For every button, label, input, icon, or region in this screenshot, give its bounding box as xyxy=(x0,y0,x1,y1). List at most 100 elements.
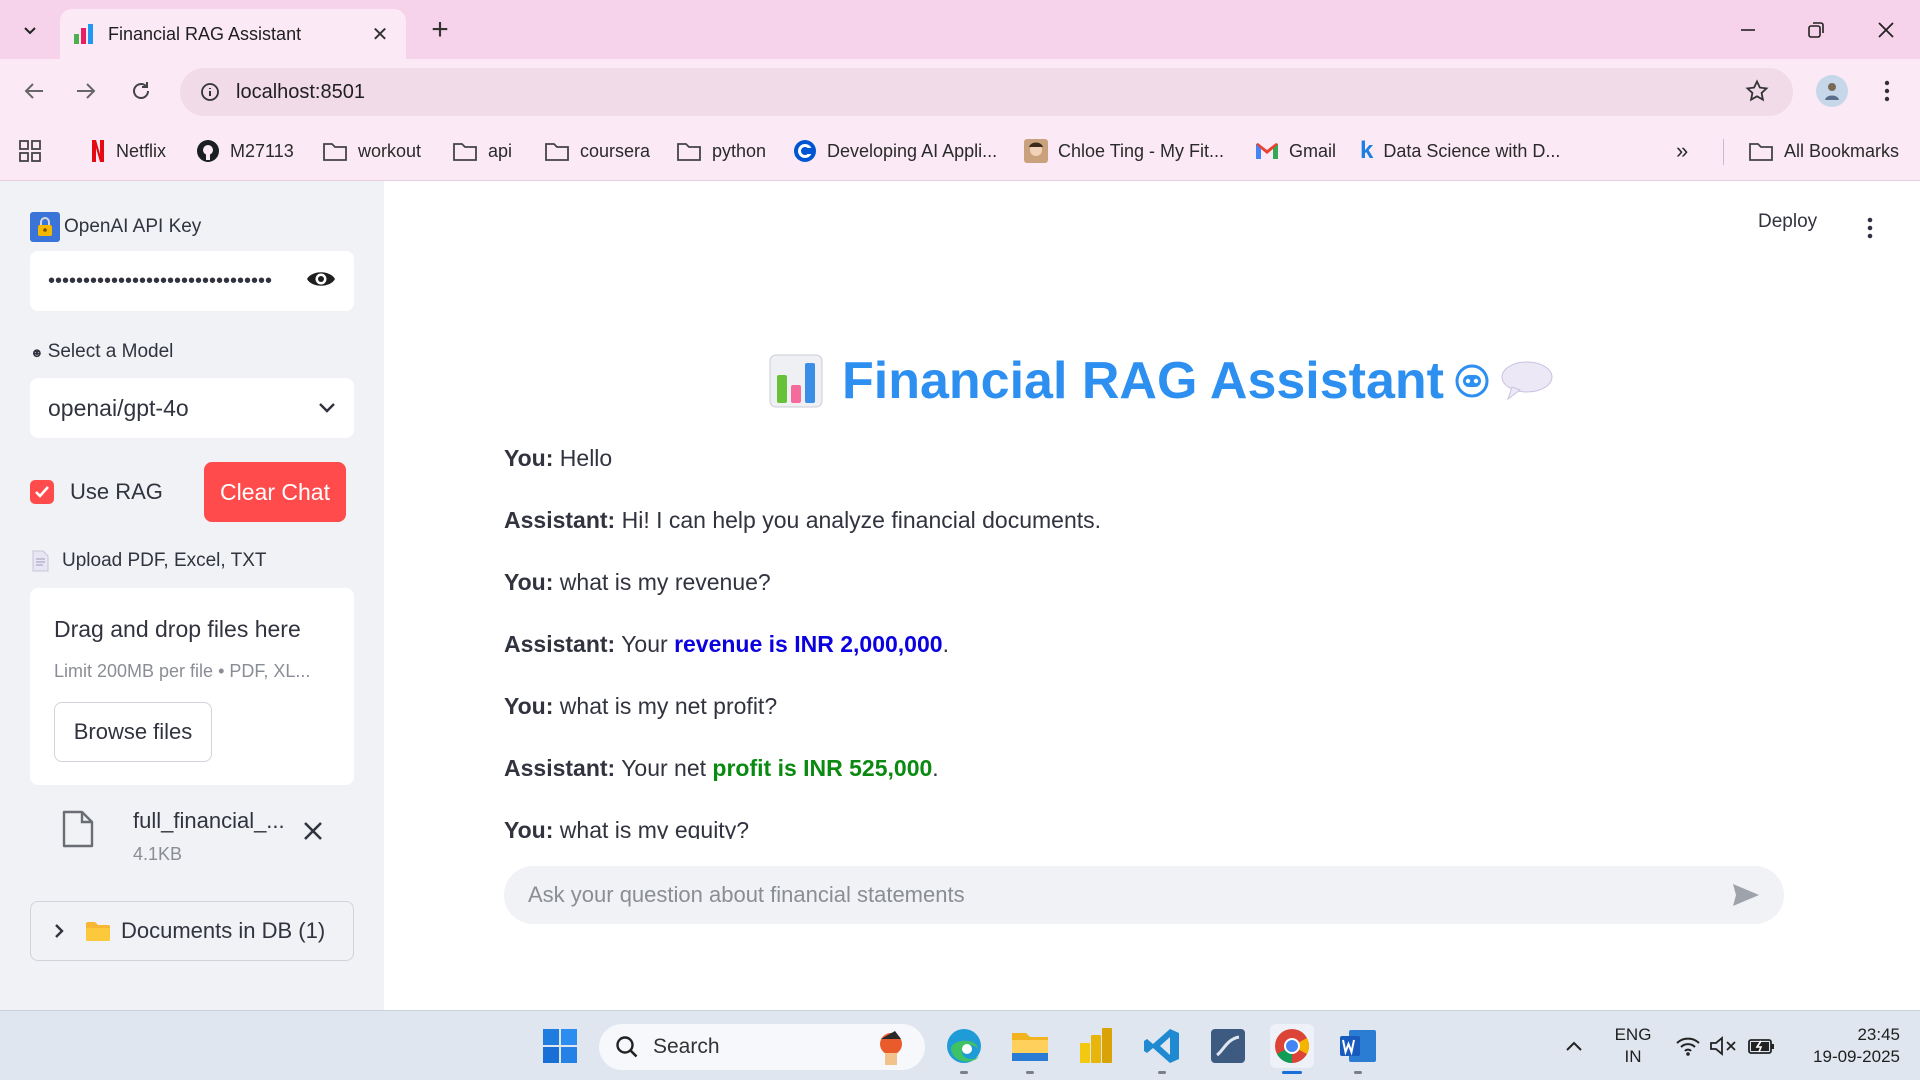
arrow-left-icon xyxy=(24,83,43,99)
clock-date: 19-09-2025 xyxy=(1813,1047,1900,1066)
message-text: Your xyxy=(621,631,675,657)
search-icon xyxy=(616,1036,638,1058)
system-status-button[interactable] xyxy=(1668,1024,1784,1068)
api-key-input[interactable]: •••••••••••••••••••••••••••••••• xyxy=(30,251,354,311)
chat-input[interactable] xyxy=(528,882,1726,908)
language-indicator[interactable]: ENG IN xyxy=(1608,1024,1658,1068)
taskbar-vscode[interactable] xyxy=(1140,1024,1184,1074)
chat-message: You: what is my equity? xyxy=(504,817,749,839)
all-bookmarks-button[interactable]: All Bookmarks xyxy=(1748,135,1899,167)
bookmark-star-icon[interactable] xyxy=(1745,79,1769,108)
bookmark-label: python xyxy=(712,140,767,161)
reload-button[interactable] xyxy=(121,71,161,111)
file-dropzone[interactable]: Drag and drop files here Limit 200MB per… xyxy=(30,588,354,785)
message-text: what is my equity? xyxy=(559,817,749,839)
message-text: Hello xyxy=(559,445,613,471)
message-text: Your net xyxy=(621,755,713,781)
bookmark-folder-coursera[interactable]: coursera xyxy=(544,135,650,167)
k-icon: k xyxy=(1360,137,1374,164)
remove-file-icon[interactable] xyxy=(302,820,324,847)
github-icon xyxy=(196,139,220,163)
close-icon xyxy=(1878,22,1894,38)
back-button[interactable] xyxy=(14,71,54,111)
model-select[interactable]: openai/gpt-4o xyxy=(30,378,354,438)
minimize-button[interactable] xyxy=(1728,14,1768,46)
bookmark-gmail[interactable]: Gmail xyxy=(1255,135,1336,167)
upload-label: Upload PDF, Excel, TXT xyxy=(30,550,267,572)
reload-icon xyxy=(133,82,149,99)
clock[interactable]: 23:45 19-09-2025 xyxy=(1788,1024,1900,1068)
search-highlight-icon xyxy=(871,1027,911,1067)
chat-history: You: Hello Assistant: Hi! I can help you… xyxy=(504,437,1784,839)
checkmark-icon[interactable] xyxy=(30,480,54,504)
taskbar-chrome[interactable] xyxy=(1270,1024,1314,1074)
close-tab-icon[interactable]: ✕ xyxy=(368,22,392,47)
bookmark-chloe-ting[interactable]: Chloe Ting - My Fit... xyxy=(1024,135,1224,167)
lock-key-icon xyxy=(30,212,60,242)
avatar-icon xyxy=(1024,139,1048,163)
browser-menu-button[interactable] xyxy=(1872,75,1902,107)
more-bookmarks-button[interactable]: » xyxy=(1676,135,1688,167)
use-rag-checkbox[interactable]: Use RAG xyxy=(30,478,163,506)
bookmark-folder-python[interactable]: python xyxy=(676,135,766,167)
start-button[interactable] xyxy=(538,1024,582,1068)
eye-icon[interactable] xyxy=(306,269,336,294)
running-indicator xyxy=(960,1071,968,1074)
taskbar-file-explorer[interactable] xyxy=(1008,1024,1052,1074)
tab-search-button[interactable] xyxy=(14,14,46,46)
bookmark-data-science[interactable]: k Data Science with D... xyxy=(1360,135,1560,167)
speech-bubble-icon xyxy=(1500,359,1554,403)
chrome-icon xyxy=(1275,1029,1309,1063)
clear-chat-button[interactable]: Clear Chat xyxy=(204,462,346,522)
double-chevron-right-icon: » xyxy=(1676,138,1689,163)
bookmark-folder-workout[interactable]: workout xyxy=(322,135,421,167)
file-size: 4.1KB xyxy=(133,844,183,864)
more-vertical-icon xyxy=(1867,217,1873,239)
robot-face-icon: ☻ xyxy=(30,344,44,360)
taskbar-word[interactable] xyxy=(1336,1024,1380,1074)
bookmark-folder-api[interactable]: api xyxy=(452,135,512,167)
forward-button[interactable] xyxy=(66,71,106,111)
model-label-text: Select a Model xyxy=(47,341,174,362)
edge-icon xyxy=(947,1029,981,1063)
site-info-icon[interactable] xyxy=(198,80,222,104)
running-indicator xyxy=(1026,1071,1034,1074)
address-bar[interactable]: localhost:8501 xyxy=(180,68,1793,116)
file-name: full_financial_... xyxy=(133,808,285,833)
wifi-icon xyxy=(1676,1037,1700,1056)
show-hidden-icons-button[interactable] xyxy=(1552,1024,1596,1068)
model-label: ☻ Select a Model xyxy=(30,341,173,363)
bookmark-coursera-course[interactable]: Developing AI Appli... xyxy=(793,135,997,167)
message-text: Hi! I can help you analyze financial doc… xyxy=(621,507,1102,533)
taskbar-power-bi[interactable] xyxy=(1074,1024,1118,1068)
more-vertical-icon xyxy=(1884,80,1890,102)
new-tab-button[interactable]: + xyxy=(424,12,456,48)
close-window-button[interactable] xyxy=(1866,14,1906,46)
app-menu-button[interactable] xyxy=(1858,210,1882,246)
browser-tab-active[interactable]: Financial RAG Assistant ✕ xyxy=(60,9,406,59)
send-icon xyxy=(1733,884,1759,906)
send-button[interactable] xyxy=(1726,875,1766,915)
browse-files-button[interactable]: Browse files xyxy=(54,702,212,762)
api-key-label: OpenAI API Key xyxy=(30,212,201,242)
document-icon xyxy=(30,550,50,572)
vscode-icon xyxy=(1144,1029,1179,1063)
profile-avatar[interactable] xyxy=(1816,75,1848,107)
minimize-icon xyxy=(1741,29,1755,31)
documents-expander[interactable]: Documents in DB (1) xyxy=(30,901,354,961)
bookmark-netflix[interactable]: Netflix xyxy=(90,135,166,167)
taskbar-search[interactable]: Search xyxy=(599,1024,925,1070)
chat-input-box[interactable] xyxy=(504,866,1784,924)
bookmark-label: coursera xyxy=(580,140,651,161)
apps-button[interactable] xyxy=(18,135,42,167)
bar-chart-favicon-icon xyxy=(74,24,94,44)
bookmark-label: Data Science with D... xyxy=(1383,140,1561,161)
folder-icon xyxy=(1748,140,1774,162)
url-text: localhost:8501 xyxy=(236,80,365,103)
restore-button[interactable] xyxy=(1796,14,1836,46)
deploy-button[interactable]: Deploy xyxy=(1758,211,1817,233)
bookmark-github[interactable]: M27113 xyxy=(196,135,294,167)
taskbar-edge[interactable] xyxy=(942,1024,986,1074)
taskbar-sql-app[interactable] xyxy=(1206,1024,1250,1068)
clock-time: 23:45 xyxy=(1857,1025,1900,1044)
